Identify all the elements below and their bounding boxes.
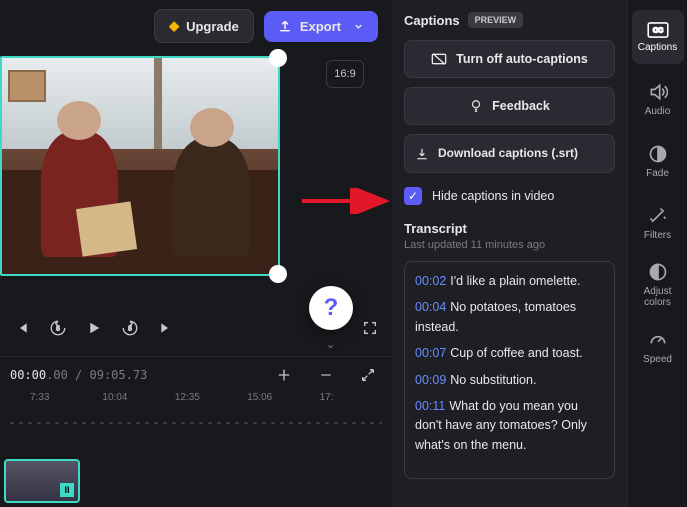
contrast-icon: [648, 262, 668, 282]
ruler-tick: 17:: [320, 392, 392, 418]
hide-captions-row: ✓ Hide captions in video: [404, 187, 615, 205]
ruler-tick: 12:35: [175, 392, 247, 418]
transcript-updated: Last updated 11 minutes ago: [404, 239, 615, 251]
resize-handle-tr[interactable]: [269, 49, 287, 67]
timeline-ruler[interactable]: 7:33 10:04 12:35 15:06 17:: [0, 392, 392, 418]
captions-off-icon: [431, 52, 447, 66]
top-bar: ◆ Upgrade Export: [0, 0, 392, 52]
video-clip[interactable]: II: [4, 459, 80, 503]
transcript-box[interactable]: 00:02I'd like a plain omelette. 00:04No …: [404, 261, 615, 479]
export-label: Export: [300, 19, 341, 34]
transcript-line[interactable]: 00:02I'd like a plain omelette.: [415, 272, 604, 291]
ruler-tick: 15:06: [247, 392, 319, 418]
transcript-line[interactable]: 00:11What do you mean you don't have any…: [415, 397, 604, 455]
rail-filters[interactable]: Filters: [632, 196, 684, 250]
forward-5-icon[interactable]: 5: [116, 314, 144, 342]
right-rail: CC Captions Audio Fade Filters Adjust co…: [627, 0, 687, 507]
captions-panel: Captions PREVIEW Turn off auto-captions …: [392, 0, 627, 507]
aspect-ratio-button[interactable]: 16:9: [326, 60, 364, 88]
transcript-line[interactable]: 00:04No potatoes, tomatoes instead.: [415, 298, 604, 337]
rail-label: Captions: [638, 42, 677, 53]
rewind-5-icon[interactable]: 5: [44, 314, 72, 342]
hide-captions-checkbox[interactable]: ✓: [404, 187, 422, 205]
cc-icon: CC: [647, 22, 669, 38]
preview-badge: PREVIEW: [468, 12, 524, 28]
play-icon[interactable]: [80, 314, 108, 342]
video-frame: [2, 58, 278, 274]
rail-audio[interactable]: Audio: [632, 72, 684, 126]
svg-text:5: 5: [128, 326, 132, 332]
download-icon: [415, 147, 429, 161]
add-icon[interactable]: [270, 361, 298, 389]
rail-label: Audio: [645, 106, 671, 117]
rail-fade[interactable]: Fade: [632, 134, 684, 188]
ruler-tick: 7:33: [30, 392, 102, 418]
checkbox-label: Hide captions in video: [432, 189, 554, 203]
help-button[interactable]: ?: [309, 286, 353, 330]
timeline-tracks[interactable]: II: [0, 420, 392, 507]
timecode: 00:00.00 / 09:05.73: [10, 368, 147, 382]
resize-handle-br[interactable]: [269, 265, 287, 283]
rail-captions[interactable]: CC Captions: [632, 10, 684, 64]
rail-label: Filters: [644, 230, 671, 241]
fullscreen-icon[interactable]: [356, 314, 384, 342]
collapse-chevron-icon[interactable]: ⌄: [326, 338, 335, 351]
rail-label: Fade: [646, 168, 669, 179]
gauge-icon: [648, 330, 668, 350]
lightbulb-icon: [469, 99, 483, 113]
zoom-out-icon[interactable]: [312, 361, 340, 389]
track-divider: [10, 422, 382, 424]
ratio-label: 16:9: [334, 68, 355, 80]
clip-pause-icon: II: [60, 483, 74, 497]
transcript-line[interactable]: 00:07Cup of coffee and toast.: [415, 344, 604, 363]
svg-text:CC: CC: [652, 26, 662, 34]
ruler-tick: 10:04: [102, 392, 174, 418]
diamond-icon: ◆: [169, 18, 179, 34]
timeline-bar: 00:00.00 / 09:05.73: [0, 356, 392, 392]
turn-off-auto-captions-button[interactable]: Turn off auto-captions: [404, 40, 615, 78]
feedback-button[interactable]: Feedback: [404, 87, 615, 125]
fit-icon[interactable]: [354, 361, 382, 389]
download-captions-button[interactable]: Download captions (.srt): [404, 134, 615, 173]
panel-title: Captions: [404, 13, 460, 28]
button-label: Turn off auto-captions: [456, 52, 588, 66]
annotation-arrow: [300, 188, 396, 214]
fade-icon: [648, 144, 668, 164]
rail-speed[interactable]: Speed: [632, 320, 684, 374]
transcript-line[interactable]: 00:09No substitution.: [415, 371, 604, 390]
rail-label: Speed: [643, 354, 672, 365]
transcript-heading: Transcript: [404, 221, 615, 236]
button-label: Download captions (.srt): [438, 146, 578, 161]
rail-label: Adjust colors: [632, 286, 684, 308]
video-preview[interactable]: [0, 56, 280, 276]
svg-text:5: 5: [56, 326, 60, 332]
upgrade-label: Upgrade: [186, 19, 239, 34]
skip-start-icon[interactable]: [8, 314, 36, 342]
sparkle-icon: [648, 206, 668, 226]
chevron-down-icon: [353, 21, 364, 32]
speaker-icon: [648, 82, 668, 102]
upgrade-button[interactable]: ◆ Upgrade: [154, 9, 254, 43]
export-button[interactable]: Export: [264, 11, 378, 42]
button-label: Feedback: [492, 99, 550, 113]
rail-adjust-colors[interactable]: Adjust colors: [632, 258, 684, 312]
skip-end-icon[interactable]: [152, 314, 180, 342]
upload-icon: [278, 19, 292, 33]
